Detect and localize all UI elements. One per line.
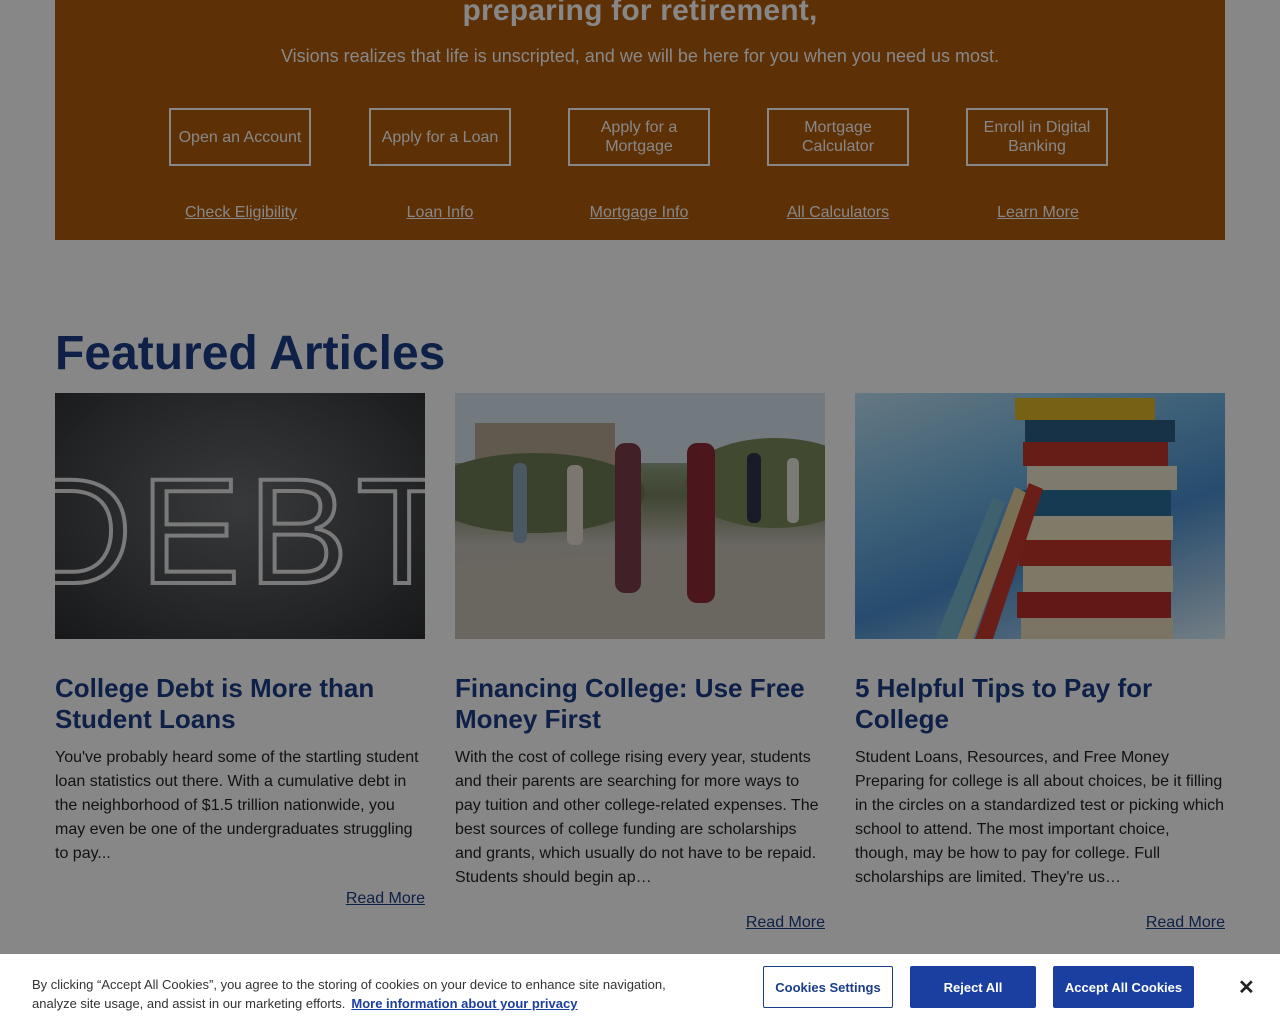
privacy-info-link[interactable]: More information about your privacy — [351, 996, 577, 1011]
close-icon[interactable]: ✕ — [1238, 978, 1255, 998]
cookie-banner-text: By clicking “Accept All Cookies”, you ag… — [32, 975, 702, 1013]
cookie-banner: By clicking “Accept All Cookies”, you ag… — [0, 954, 1280, 1024]
reject-all-button[interactable]: Reject All — [910, 966, 1036, 1008]
accept-all-cookies-button[interactable]: Accept All Cookies — [1053, 966, 1194, 1008]
cookies-settings-button[interactable]: Cookies Settings — [763, 966, 893, 1008]
modal-overlay — [0, 0, 1280, 1024]
